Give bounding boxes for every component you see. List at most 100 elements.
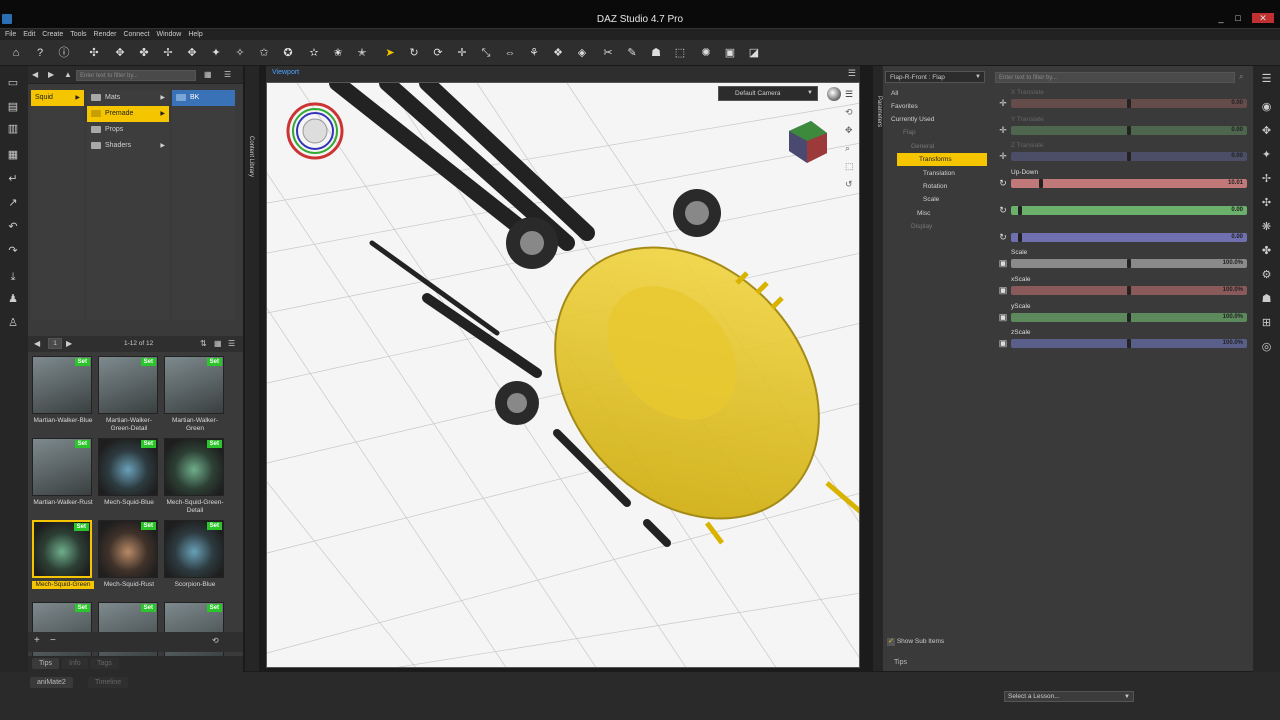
slider-knob[interactable] bbox=[1127, 312, 1131, 322]
parameter-slider[interactable]: ↻ 0.00 bbox=[995, 195, 1247, 221]
folder-item[interactable]: Mats ▶ bbox=[87, 90, 169, 106]
cameras-icon[interactable]: ✣ bbox=[1259, 196, 1274, 211]
shaping-icon[interactable]: ❋ bbox=[1259, 220, 1274, 235]
view-cube[interactable] bbox=[789, 121, 827, 163]
timeline-icon[interactable]: ☗ bbox=[1259, 292, 1274, 307]
parameter-slider[interactable]: Scale ▣ 100.0% bbox=[995, 248, 1247, 274]
export-icon[interactable]: ↗ bbox=[6, 196, 20, 210]
menu-render[interactable]: Render bbox=[94, 29, 117, 40]
pose-tool-icon[interactable]: ↻ bbox=[406, 45, 422, 61]
slider-track[interactable] bbox=[1011, 205, 1247, 215]
tree-item-general[interactable]: General bbox=[911, 140, 934, 153]
slider-knob[interactable] bbox=[1017, 205, 1022, 215]
tree-item-translation[interactable]: Translation bbox=[923, 167, 955, 180]
parameter-slider[interactable]: ↻ 0.00 bbox=[995, 222, 1247, 248]
slider-knob[interactable] bbox=[1127, 259, 1131, 269]
select-arrow-icon[interactable]: ➤ bbox=[382, 45, 398, 61]
parameter-slider[interactable]: Y Translate ✛ 0.00 bbox=[995, 115, 1247, 141]
render-icon[interactable]: ◪ bbox=[746, 45, 762, 61]
slider-knob[interactable] bbox=[1127, 285, 1131, 295]
perspective-icon[interactable]: ⬚ bbox=[672, 45, 688, 61]
camera-icon[interactable]: ▣ bbox=[722, 45, 738, 61]
menu-help[interactable]: Help bbox=[188, 29, 202, 40]
search-icon[interactable]: ⌕ bbox=[1239, 72, 1243, 82]
animate-icon[interactable]: ⊞ bbox=[1259, 316, 1274, 331]
translate-icon[interactable]: ✛ bbox=[997, 150, 1009, 162]
frame-icon[interactable]: ⬚ bbox=[845, 161, 854, 172]
asset-thumbnail[interactable]: Set Martian-Walker-Green bbox=[164, 356, 226, 436]
smart-content-icon[interactable]: ◉ bbox=[1259, 100, 1274, 115]
tree-item-misc[interactable]: Misc bbox=[917, 207, 930, 220]
node-select[interactable]: Flap-R-Front : Flap ▼ bbox=[885, 71, 985, 83]
slider-value[interactable]: 100.0% bbox=[1223, 259, 1243, 268]
rotate-icon[interactable]: ↻ bbox=[997, 204, 1009, 216]
universal-tool-icon[interactable]: ✥ bbox=[112, 45, 128, 61]
vtab-content-library[interactable]: Content Library bbox=[248, 136, 254, 177]
menu-tools[interactable]: Tools bbox=[70, 29, 86, 40]
scene-icon[interactable]: ✥ bbox=[1259, 124, 1274, 139]
reset-view-icon[interactable]: ↺ bbox=[845, 179, 853, 190]
scale-icon[interactable]: ▣ bbox=[997, 311, 1009, 323]
slider-value[interactable]: 0.00 bbox=[1231, 126, 1243, 135]
undo-icon[interactable]: ↶ bbox=[6, 220, 20, 234]
tab-tips[interactable]: Tips bbox=[887, 657, 914, 668]
render-settings-icon[interactable]: ⚙ bbox=[1259, 268, 1274, 283]
next-page-icon[interactable]: ▶ bbox=[66, 339, 72, 348]
menu-file[interactable]: File bbox=[5, 29, 16, 40]
tree-item-display[interactable]: Display bbox=[911, 220, 932, 233]
viewport-menu-icon[interactable]: ☰ bbox=[848, 68, 856, 79]
scale-icon[interactable]: ▣ bbox=[997, 257, 1009, 269]
parameter-slider[interactable]: Up-Down ↻ 10.01 bbox=[995, 168, 1247, 194]
back-arrow-icon[interactable]: ◀ bbox=[32, 70, 38, 79]
translate-icon[interactable]: ✛ bbox=[997, 124, 1009, 136]
menu-window[interactable]: Window bbox=[156, 29, 181, 40]
surfaces-icon[interactable]: ✢ bbox=[1259, 172, 1274, 187]
figure-tool-icon[interactable]: ♟ bbox=[6, 292, 20, 306]
parameter-slider[interactable]: Z Translate ✛ 0.00 bbox=[995, 141, 1247, 167]
slider-knob[interactable] bbox=[1038, 179, 1043, 189]
folder-item[interactable]: Props bbox=[87, 122, 169, 138]
help-icon[interactable]: ⓘ bbox=[56, 45, 72, 61]
parameter-slider[interactable]: X Translate ✛ 0.00 bbox=[995, 88, 1247, 114]
draw-style-icon[interactable] bbox=[827, 87, 841, 101]
tree-item-all[interactable]: All bbox=[891, 87, 898, 100]
lesson-select[interactable]: Select a Lesson... ▼ bbox=[1004, 691, 1134, 702]
asset-thumbnail[interactable]: Set Martian-Walker-Green-Detail bbox=[98, 356, 160, 436]
morph-icon[interactable]: ❖ bbox=[550, 45, 566, 61]
node-weight-icon[interactable]: ✪ bbox=[280, 45, 296, 61]
lights-icon[interactable]: ✦ bbox=[1259, 148, 1274, 163]
drop-figure-icon[interactable]: ⤓ bbox=[6, 270, 20, 284]
scale-icon[interactable]: ⤡ bbox=[478, 45, 494, 61]
grid-view-icon[interactable]: ▦ bbox=[214, 339, 222, 348]
light-icon[interactable]: ✺ bbox=[698, 45, 714, 61]
view-gizmo[interactable] bbox=[286, 102, 344, 160]
view-mode-icon[interactable]: ▦ bbox=[204, 70, 212, 79]
add-icon[interactable]: + bbox=[34, 635, 40, 646]
content-search-input[interactable]: Enter text to filter by... bbox=[76, 70, 196, 81]
whats-this-icon[interactable]: ? bbox=[32, 45, 48, 61]
globe-icon[interactable]: ◎ bbox=[1259, 340, 1274, 355]
transform-icon[interactable]: ⇔ bbox=[502, 45, 518, 61]
posing-icon[interactable]: ✤ bbox=[1259, 244, 1274, 259]
node-select-icon[interactable]: ✣ bbox=[86, 45, 102, 61]
surface-selection-icon[interactable]: ✩ bbox=[256, 45, 272, 61]
slider-knob[interactable] bbox=[1017, 232, 1022, 242]
slider-knob[interactable] bbox=[1127, 339, 1131, 349]
slider-value[interactable]: 0.00 bbox=[1231, 152, 1243, 161]
remove-icon[interactable]: − bbox=[50, 635, 56, 646]
slider-track[interactable] bbox=[1011, 232, 1247, 242]
shaper-icon[interactable]: ✂ bbox=[600, 45, 616, 61]
slider-value[interactable]: 100.0% bbox=[1223, 313, 1243, 322]
folder-item[interactable]: Premade ▶ bbox=[87, 106, 169, 122]
zoom-icon[interactable]: ⌕ bbox=[845, 143, 850, 154]
parameters-search-input[interactable]: Enter text to filter by... bbox=[995, 72, 1235, 83]
menu-create[interactable]: Create bbox=[42, 29, 63, 40]
asset-thumbnail[interactable]: Set Mech-Squid-Blue bbox=[98, 438, 160, 518]
refresh-icon[interactable]: ⟲ bbox=[212, 636, 219, 645]
asset-thumbnail[interactable]: Set Martian-Walker-Rust bbox=[32, 438, 94, 518]
maximize-button[interactable]: □ bbox=[1232, 13, 1244, 23]
scale-tool-icon[interactable]: ✥ bbox=[184, 45, 200, 61]
asset-thumbnail[interactable]: Set Scorpion-Blue bbox=[164, 520, 226, 600]
rotate-icon[interactable]: ↻ bbox=[997, 231, 1009, 243]
asset-thumbnail[interactable]: Set Mech-Squid-Rust bbox=[98, 520, 160, 600]
